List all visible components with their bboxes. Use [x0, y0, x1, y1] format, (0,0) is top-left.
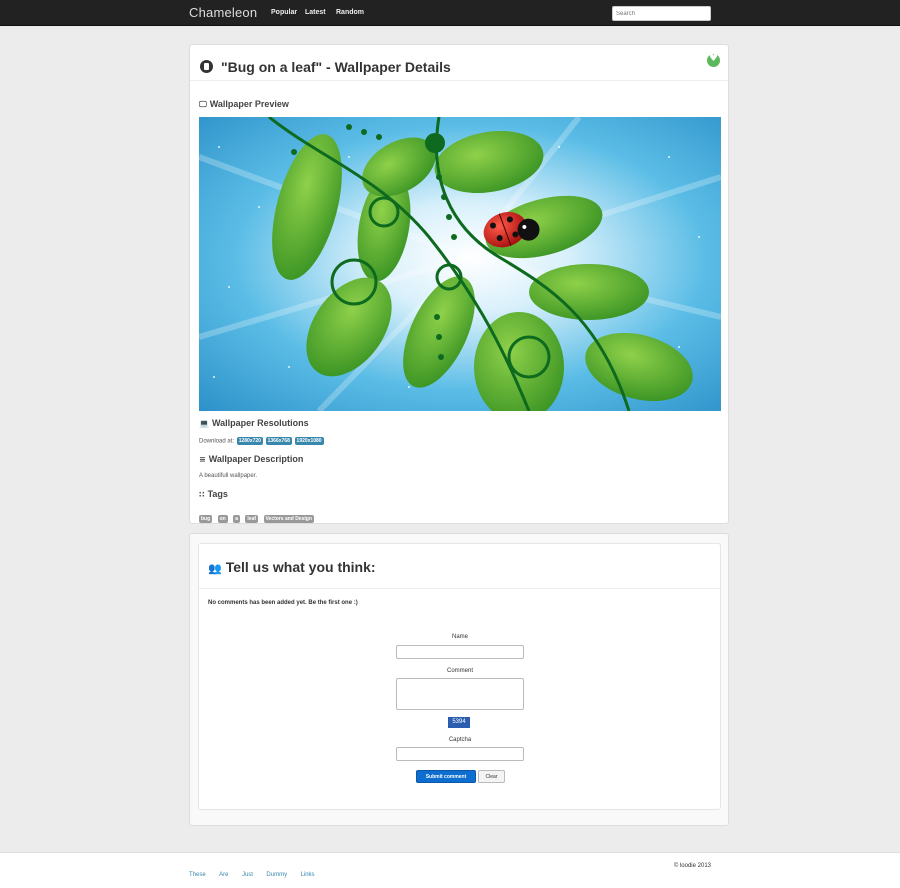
footer-link-dummy[interactable]: Dummy	[266, 872, 287, 878]
grid-icon: ∷	[199, 490, 205, 499]
wallpaper-art	[199, 117, 721, 411]
divider	[190, 80, 728, 81]
resolution-1920x1080[interactable]: 1920x1080	[294, 437, 324, 445]
resolution-1280x720[interactable]: 1280x720	[236, 437, 263, 445]
tag-bug[interactable]: bug	[199, 515, 213, 523]
footer-link-just[interactable]: Just	[242, 872, 253, 878]
captcha-label: Captcha	[448, 737, 472, 743]
preview-heading-label: Wallpaper Preview	[209, 99, 289, 109]
users-icon: 👥	[208, 562, 222, 575]
comment-label: Comment	[446, 668, 473, 674]
page-title: "Bug on a leaf" - Wallpaper Details	[221, 59, 451, 75]
tag-a[interactable]: a	[233, 515, 240, 523]
download-prefix: Download at:	[199, 438, 235, 445]
top-navbar: Chameleon Popular Latest Random	[0, 0, 900, 26]
captcha-field[interactable]	[396, 747, 524, 761]
comment-textarea[interactable]	[396, 678, 524, 710]
footer-links: These Are Just Dummy Links	[189, 863, 324, 881]
tags-heading: ∷ Tags	[199, 489, 228, 499]
comments-heading-label: Tell us what you think:	[225, 559, 376, 575]
nav-popular[interactable]: Popular	[271, 9, 297, 16]
list-icon: ≡	[199, 455, 206, 464]
name-label: Name	[451, 634, 468, 640]
resolutions-heading: 💻 Wallpaper Resolutions	[199, 418, 309, 428]
download-row: Download at: 1280x720 1366x768 1920x1080	[199, 437, 324, 445]
comments-box: 👥 Tell us what you think: No comments has…	[198, 543, 721, 810]
preview-heading: 🖵 Wallpaper Preview	[199, 99, 289, 110]
laptop-icon: 💻	[199, 419, 209, 428]
comments-heading: 👥 Tell us what you think:	[208, 559, 376, 575]
footer-link-links[interactable]: Links	[301, 872, 315, 878]
tag-on[interactable]: on	[217, 515, 228, 523]
search-input[interactable]	[612, 6, 711, 21]
heart-icon[interactable]	[707, 53, 720, 67]
description-text: A beautifull wallpaper.	[199, 473, 258, 479]
empty-comments-message: No comments has been added yet. Be the f…	[208, 600, 358, 606]
monitor-icon: 🖵	[199, 100, 207, 109]
captcha-code: 5394	[448, 717, 470, 728]
copyright: © loodie 2013	[673, 863, 711, 869]
comments-panel: 👥 Tell us what you think: No comments has…	[189, 533, 729, 826]
file-icon	[200, 60, 213, 73]
name-field[interactable]	[396, 645, 524, 659]
nav-latest[interactable]: Latest	[305, 9, 326, 16]
description-heading-label: Wallpaper Description	[208, 454, 304, 464]
submit-comment-button[interactable]: Submit comment	[416, 770, 476, 783]
wallpaper-details-panel: "Bug on a leaf" - Wallpaper Details 🖵Wal…	[189, 44, 729, 524]
resolutions-heading-label: Wallpaper Resolutions	[211, 418, 309, 428]
clear-button[interactable]: Clear	[478, 770, 505, 783]
brand-logo[interactable]: Chameleon	[189, 5, 257, 20]
divider	[199, 588, 720, 589]
wallpaper-preview-image[interactable]	[199, 117, 721, 411]
resolution-1366x768[interactable]: 1366x768	[265, 437, 292, 445]
tags-list: bug on a leaf Vectors and Design	[199, 507, 315, 525]
description-heading: ≡ Wallpaper Description	[199, 454, 303, 464]
tags-heading-label: Tags	[207, 489, 228, 499]
footer-link-these[interactable]: These	[189, 872, 206, 878]
tag-vectors-and-design[interactable]: Vectors and Design	[263, 515, 314, 523]
tag-leaf[interactable]: leaf	[245, 515, 259, 523]
footer-link-are[interactable]: Are	[219, 872, 228, 878]
footer: These Are Just Dummy Links © loodie 2013	[0, 852, 900, 888]
nav-random[interactable]: Random	[336, 9, 364, 16]
